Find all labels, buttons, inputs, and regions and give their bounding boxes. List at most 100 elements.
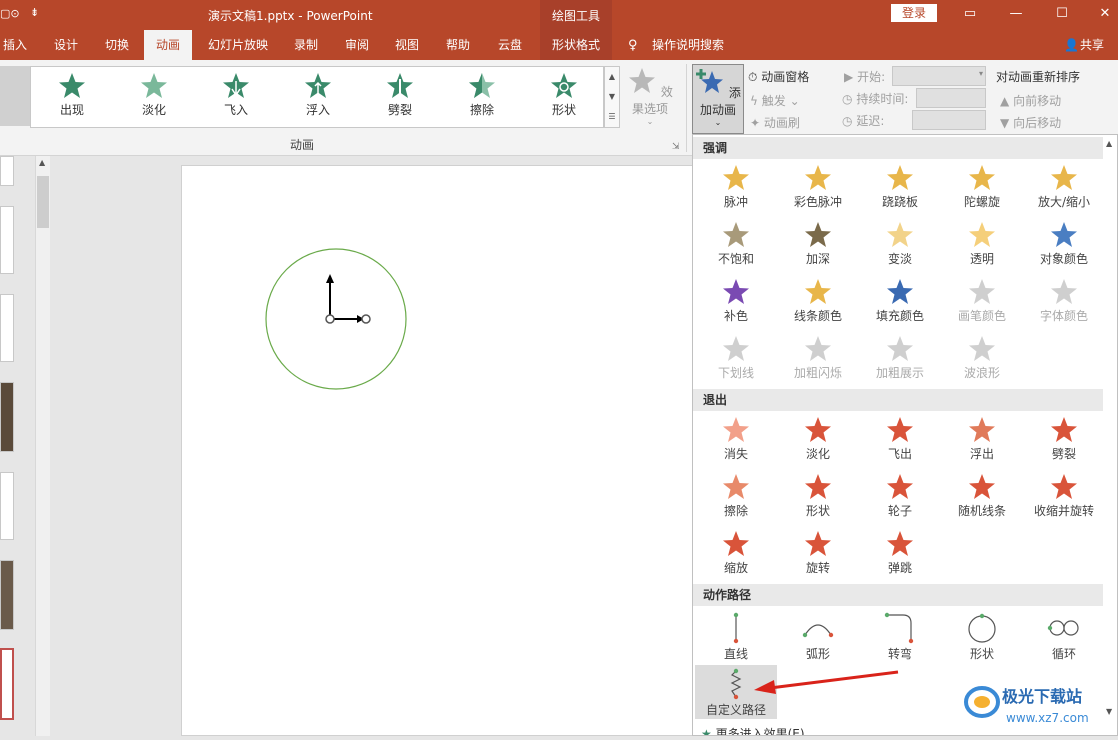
slide-thumbnail[interactable] [0, 560, 14, 630]
exit-effect[interactable]: 缩放 [695, 527, 777, 583]
exit-effect[interactable]: 弹跳 [859, 527, 941, 583]
tab-record[interactable]: 录制 [284, 30, 328, 60]
emphasis-effect[interactable]: 放大/缩小 [1023, 161, 1105, 217]
emphasis-effect[interactable]: 线条颜色 [777, 275, 859, 331]
thumbnail-scrollbar[interactable]: ▲ [35, 156, 50, 736]
anim-wipe[interactable]: 擦除 [447, 71, 517, 118]
effect-label: 飞出 [887, 447, 912, 461]
emphasis-effect[interactable]: 陀螺旋 [941, 161, 1023, 217]
gallery-scrollbar[interactable]: ▲ ▼ ☰ [604, 66, 620, 128]
exit-effect[interactable]: 随机线条 [941, 470, 1023, 526]
minimize-button[interactable]: — [1006, 4, 1026, 24]
emphasis-effect[interactable]: 彩色脉冲 [777, 161, 859, 217]
move-earlier-button[interactable]: ▲ 向前移动 [1000, 92, 1061, 109]
emphasis-effect[interactable]: 波浪形 [941, 332, 1023, 388]
slide-canvas[interactable] [181, 165, 701, 736]
effect-options-button[interactable]: 效果选项 ⌄ [622, 66, 678, 126]
exit-effect[interactable]: 劈裂 [1023, 413, 1105, 469]
emphasis-effect[interactable]: 对象颜色 [1023, 218, 1105, 274]
delay-stepper[interactable] [912, 110, 986, 130]
scroll-up-icon[interactable]: ▲ [39, 158, 45, 167]
close-button[interactable]: ✕ [1095, 4, 1115, 24]
slide-thumbnail[interactable] [0, 382, 14, 452]
slide-thumbnail[interactable] [0, 206, 14, 274]
reorder-label: 对动画重新排序 [996, 70, 1081, 84]
none-animation-item[interactable] [0, 66, 30, 126]
path-arc[interactable]: 弧形 [777, 609, 859, 665]
emphasis-effect[interactable]: 脉冲 [695, 161, 777, 217]
tab-cloud[interactable]: 云盘 [488, 30, 532, 60]
tab-slideshow[interactable]: 幻灯片放映 [200, 30, 276, 60]
slide-thumbnail[interactable] [0, 294, 14, 362]
anim-split[interactable]: 劈裂 [365, 71, 435, 118]
move-later-button[interactable]: ▼ 向后移动 [1000, 114, 1061, 131]
exit-effect[interactable]: 旋转 [777, 527, 859, 583]
start-dropdown[interactable]: ▾ [892, 66, 986, 86]
emphasis-effect[interactable]: 加粗展示 [859, 332, 941, 388]
path-shape[interactable]: 形状 [941, 609, 1023, 665]
dialog-launcher-icon[interactable]: ⇲ [672, 142, 680, 152]
motion-path-section-header: 动作路径 [693, 584, 1103, 606]
slide-thumbnail-selected[interactable] [0, 648, 14, 720]
anim-fade[interactable]: 淡化 [119, 71, 189, 118]
customize-qat-arrow-icon[interactable]: ⇟ [30, 6, 39, 19]
emphasis-effect[interactable]: 下划线 [695, 332, 777, 388]
path-turn[interactable]: 转弯 [859, 609, 941, 665]
path-line[interactable]: 直线 [695, 609, 777, 665]
exit-effect[interactable]: 形状 [777, 470, 859, 526]
emphasis-effect[interactable]: 画笔颜色 [941, 275, 1023, 331]
emphasis-effect[interactable]: 透明 [941, 218, 1023, 274]
scroll-up-icon[interactable]: ▲ [605, 67, 619, 87]
scroll-down-icon[interactable]: ▼ [605, 87, 619, 107]
path-loop[interactable]: 循环 [1023, 609, 1105, 665]
add-animation-button[interactable]: 添加动画 ⌄ [692, 64, 744, 134]
tab-help[interactable]: 帮助 [436, 30, 480, 60]
animation-pane-button[interactable]: ⏱ 动画窗格 [748, 68, 809, 85]
more-entrance-effects-link[interactable]: ★ 更多进入效果(E)... [701, 725, 816, 735]
emphasis-effect[interactable]: 变淡 [859, 218, 941, 274]
slide-thumbnail[interactable] [0, 156, 14, 186]
exit-effect[interactable]: 消失 [695, 413, 777, 469]
anim-fly-in[interactable]: 飞入 [201, 71, 271, 118]
anim-appear[interactable]: 出现 [37, 71, 107, 118]
tab-review[interactable]: 审阅 [336, 30, 378, 60]
path-end-handle[interactable] [361, 314, 371, 324]
emphasis-effect[interactable]: 填充颜色 [859, 275, 941, 331]
emphasis-effect[interactable]: 不饱和 [695, 218, 777, 274]
slide-thumbnail[interactable] [0, 472, 14, 540]
emphasis-effect[interactable]: 补色 [695, 275, 777, 331]
exit-effect[interactable]: 浮出 [941, 413, 1023, 469]
exit-effect[interactable]: 收缩并旋转 [1023, 470, 1105, 526]
exit-effect[interactable]: 飞出 [859, 413, 941, 469]
emphasis-effect[interactable]: 跷跷板 [859, 161, 941, 217]
trigger-button[interactable]: ϟ 触发 ⌄ [750, 92, 800, 109]
share-button[interactable]: 共享 [1080, 30, 1104, 60]
tab-animations[interactable]: 动画 [144, 30, 192, 60]
ribbon-display-options-icon[interactable]: ▭ [960, 4, 980, 24]
path-start-handle[interactable] [325, 314, 335, 324]
emphasis-effect[interactable]: 字体颜色 [1023, 275, 1105, 331]
exit-effect[interactable]: 擦除 [695, 470, 777, 526]
emphasis-effect[interactable]: 加粗闪烁 [777, 332, 859, 388]
anim-shape[interactable]: 形状 [529, 71, 599, 118]
animation-painter-button[interactable]: ✦ 动画刷 [750, 114, 800, 131]
tab-design[interactable]: 设计 [46, 30, 86, 60]
tab-insert[interactable]: 插入 [0, 30, 30, 60]
gallery-more-icon[interactable]: ☰ [605, 107, 619, 127]
tab-transitions[interactable]: 切换 [96, 30, 138, 60]
scroll-up-icon[interactable]: ▲ [1106, 139, 1112, 148]
dropdown-scrollbar[interactable]: ▲ ▼ [1103, 135, 1117, 735]
emphasis-effect[interactable]: 加深 [777, 218, 859, 274]
exit-effect[interactable]: 轮子 [859, 470, 941, 526]
maximize-button[interactable]: ☐ [1052, 4, 1072, 24]
effect-label: 收缩并旋转 [1033, 504, 1094, 518]
tab-shape-format[interactable]: 形状格式 [540, 30, 612, 60]
duration-stepper[interactable] [916, 88, 986, 108]
tell-me-search[interactable]: 操作说明搜索 [652, 30, 724, 60]
anim-float-in[interactable]: 浮入 [283, 71, 353, 118]
tab-view[interactable]: 视图 [386, 30, 428, 60]
effect-label: 放大/缩小 [1037, 195, 1091, 209]
login-button[interactable]: 登录 [891, 4, 937, 22]
scrollbar-thumb[interactable] [37, 176, 49, 228]
exit-effect[interactable]: 淡化 [777, 413, 859, 469]
